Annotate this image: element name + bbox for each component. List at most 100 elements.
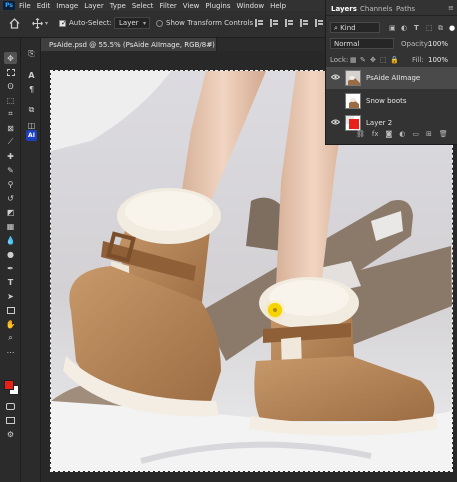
blend-mode-dropdown[interactable]: Normal — [330, 38, 394, 49]
fill-value[interactable]: 100% — [428, 56, 448, 64]
more-tools-icon[interactable]: ⋯ — [4, 346, 17, 358]
menu-help[interactable]: Help — [270, 2, 286, 10]
transform-controls-label: Show Transform Controls — [166, 19, 254, 27]
layer-effects-icon[interactable]: fx — [372, 130, 379, 140]
smart-object-filter-icon[interactable]: ⧉ — [438, 25, 445, 32]
eraser-tool-icon[interactable]: ◩ — [4, 206, 17, 218]
dodge-tool-icon[interactable]: ● — [4, 248, 17, 260]
chevron-down-icon[interactable]: ▾ — [45, 20, 48, 27]
shape-filter-icon[interactable]: ⬚ — [426, 25, 433, 32]
document-tab-title: PsAide.psd @ 55.5% (PsAide AIImage, RGB/… — [49, 41, 221, 49]
layers-bottom-toolbar: ⛓ fx ◙ ◐ ▭ ⊞ 🗑 — [356, 130, 448, 140]
history-brush-tool-icon[interactable]: ↺ — [4, 192, 17, 204]
history-panel-icon[interactable]: ⎘ — [26, 48, 37, 59]
checkmark-icon: ✓ — [61, 19, 67, 27]
tab-channels[interactable]: Channels — [360, 5, 392, 13]
menu-filter[interactable]: Filter — [159, 2, 176, 10]
menu-type[interactable]: Type — [110, 2, 126, 10]
align-middle-icon[interactable] — [315, 19, 323, 27]
menu-edit[interactable]: Edit — [37, 2, 51, 10]
panel-dock: ⎘ A ¶ ⧉ ◫ AI — [21, 38, 41, 482]
marquee-tool-icon[interactable] — [4, 66, 17, 78]
object-selection-tool-icon[interactable]: ⬚ — [4, 94, 17, 106]
align-right-icon[interactable] — [285, 19, 293, 27]
properties-panel-icon[interactable]: ⧉ — [26, 104, 37, 115]
add-mask-icon[interactable]: ◙ — [386, 130, 393, 140]
screen-mode-icon[interactable] — [4, 414, 17, 426]
move-tool-icon[interactable]: ✥ — [4, 52, 17, 64]
document-tab[interactable]: PsAide.psd @ 55.5% (PsAide AIImage, RGB/… — [41, 38, 221, 51]
move-tool-icon[interactable] — [32, 18, 43, 29]
delete-layer-icon[interactable]: 🗑 — [439, 130, 448, 140]
search-icon: ⌕ — [334, 24, 338, 32]
layer-row-psaide-aiimage[interactable]: PsAide AIImage — [326, 67, 457, 89]
zoom-tool-icon[interactable]: ⌕ — [4, 332, 17, 344]
transform-controls-checkbox[interactable] — [156, 20, 163, 27]
tab-layers[interactable]: Layers — [331, 5, 357, 13]
eye-icon[interactable] — [330, 119, 341, 125]
layer-thumbnail — [345, 115, 361, 131]
eye-icon[interactable] — [330, 74, 341, 80]
home-icon[interactable] — [9, 18, 20, 29]
edit-toolbar-icon[interactable]: ⚙ — [4, 428, 17, 440]
lock-pixels-icon[interactable]: ✎ — [360, 56, 366, 64]
lock-label: Lock: — [330, 56, 349, 64]
menu-select[interactable]: Select — [132, 2, 154, 10]
hand-tool-icon[interactable]: ✋ — [4, 318, 17, 330]
path-selection-tool-icon[interactable]: ➤ — [4, 290, 17, 302]
filter-toggle-icon[interactable]: ● — [449, 25, 456, 32]
photoshop-logo: Ps — [3, 1, 15, 10]
menu-layer[interactable]: Layer — [84, 2, 104, 10]
quick-mask-icon[interactable] — [4, 400, 17, 412]
psaide-plugin-icon[interactable]: AI — [26, 130, 37, 141]
panel-menu-icon[interactable]: ≡ — [448, 4, 454, 12]
foreground-color-swatch[interactable] — [4, 380, 14, 390]
blend-mode-value: Normal — [334, 40, 360, 48]
menu-plugins[interactable]: Plugins — [205, 2, 230, 10]
gradient-tool-icon[interactable]: ▦ — [4, 220, 17, 232]
auto-select-checkbox[interactable]: ✓ — [59, 19, 67, 27]
adjustment-filter-icon[interactable]: ◐ — [401, 25, 408, 32]
type-filter-icon[interactable]: T — [414, 25, 421, 32]
layer-row-snow-boots[interactable]: Snow boots — [326, 90, 457, 112]
menu-image[interactable]: Image — [56, 2, 78, 10]
lock-artboard-icon[interactable]: ⬚ — [380, 56, 387, 64]
eyedropper-tool-icon[interactable]: ⟋ — [4, 136, 17, 148]
character-panel-icon[interactable]: A — [26, 70, 37, 81]
pen-tool-icon[interactable]: ✒ — [4, 262, 17, 274]
align-left-icon[interactable] — [255, 19, 263, 27]
adjustment-layer-icon[interactable]: ◐ — [399, 130, 405, 140]
pixel-filter-icon[interactable]: ▣ — [389, 25, 396, 32]
menu-window[interactable]: Window — [236, 2, 264, 10]
layer-name: Snow boots — [366, 97, 407, 105]
lock-position-icon[interactable]: ✥ — [370, 56, 376, 64]
crop-tool-icon[interactable]: ⌗ — [4, 108, 17, 120]
brush-tool-icon[interactable]: ✎ — [4, 164, 17, 176]
opacity-label: Opacity: — [401, 40, 430, 48]
lasso-tool-icon[interactable]: ʘ — [4, 80, 17, 92]
lock-transparent-icon[interactable]: ▦ — [350, 56, 357, 64]
menu-view[interactable]: View — [183, 2, 200, 10]
tab-paths[interactable]: Paths — [396, 5, 415, 13]
align-top-icon[interactable] — [300, 19, 308, 27]
new-layer-icon[interactable]: ⊞ — [426, 130, 432, 140]
blur-tool-icon[interactable]: 💧 — [4, 234, 17, 246]
close-tab-icon[interactable]: × — [207, 40, 213, 48]
auto-select-label: Auto-Select: — [69, 19, 112, 27]
lock-all-icon[interactable]: 🔒 — [390, 56, 399, 64]
opacity-value[interactable]: 100% — [428, 40, 448, 48]
paragraph-panel-icon[interactable]: ¶ — [26, 84, 37, 95]
layer-thumbnail — [345, 70, 361, 86]
healing-brush-tool-icon[interactable]: ✚ — [4, 150, 17, 162]
type-tool-icon[interactable]: T — [4, 276, 17, 288]
new-group-icon[interactable]: ▭ — [412, 130, 419, 140]
align-center-icon[interactable] — [270, 19, 278, 27]
menu-file[interactable]: File — [19, 2, 31, 10]
cursor-highlight — [268, 303, 282, 317]
link-layers-icon[interactable]: ⛓ — [356, 130, 365, 140]
layer-filter-kind-dropdown[interactable]: ⌕ Kind — [330, 22, 380, 33]
layers-panel: Layers Channels Paths ≡ ⌕ Kind ▣ ◐ T ⬚ ⧉… — [325, 0, 457, 145]
clone-stamp-tool-icon[interactable]: ⚲ — [4, 178, 17, 190]
frame-tool-icon[interactable]: ⊠ — [4, 122, 17, 134]
rectangle-tool-icon[interactable] — [4, 304, 17, 316]
